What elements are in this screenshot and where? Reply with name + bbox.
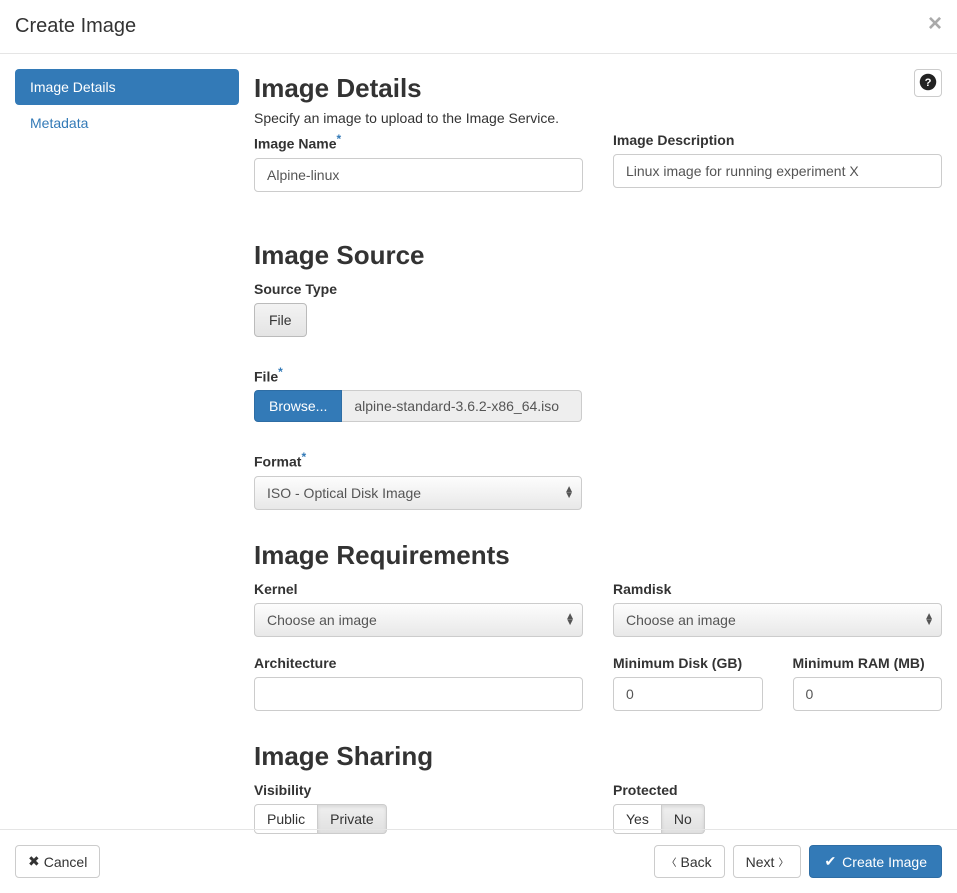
browse-button[interactable]: Browse...: [254, 390, 342, 422]
source-type-file-button[interactable]: File: [254, 303, 307, 337]
architecture-label: Architecture: [254, 655, 583, 671]
modal-footer: ✖ Cancel 〈 Back Next 〉 ✔ Create Image: [0, 829, 957, 893]
ramdisk-label: Ramdisk: [613, 581, 942, 597]
architecture-input[interactable]: [254, 677, 583, 711]
check-icon: ✔: [824, 853, 836, 870]
svg-text:?: ?: [925, 76, 932, 88]
sidebar-item-label: Metadata: [30, 115, 88, 131]
image-description-label: Image Description: [613, 132, 942, 148]
create-image-button[interactable]: ✔ Create Image: [809, 845, 942, 878]
section-subtitle: Specify an image to upload to the Image …: [254, 110, 942, 126]
help-button[interactable]: ?: [914, 69, 942, 97]
format-label: Format*: [254, 450, 942, 470]
cancel-button[interactable]: ✖ Cancel: [15, 845, 100, 878]
sidebar-item-metadata[interactable]: Metadata: [15, 105, 239, 141]
source-type-label: Source Type: [254, 281, 942, 297]
sidebar-item-label: Image Details: [30, 79, 116, 95]
section-heading-sharing: Image Sharing: [254, 741, 942, 772]
protected-label: Protected: [613, 782, 942, 798]
sidebar: Image Details Metadata: [15, 69, 239, 834]
sidebar-item-image-details[interactable]: Image Details: [15, 69, 239, 105]
ramdisk-select[interactable]: Choose an image: [613, 603, 942, 637]
close-icon: ×: [928, 10, 942, 37]
chevron-right-icon: 〉: [778, 854, 788, 869]
required-indicator: *: [336, 132, 341, 146]
kernel-label: Kernel: [254, 581, 583, 597]
content-pane: ? Image Details Specify an image to uplo…: [239, 69, 942, 834]
question-circle-icon: ?: [919, 73, 937, 94]
modal-header: Create Image ×: [0, 0, 957, 54]
image-name-label: Image Name*: [254, 132, 583, 152]
back-button[interactable]: 〈 Back: [654, 845, 725, 878]
format-select[interactable]: ISO - Optical Disk Image: [254, 476, 582, 510]
min-ram-input[interactable]: [793, 677, 943, 711]
required-indicator: *: [301, 450, 306, 464]
chevron-left-icon: 〈: [667, 854, 677, 869]
section-heading-source: Image Source: [254, 240, 942, 271]
image-name-input[interactable]: [254, 158, 583, 192]
section-heading-details: Image Details: [254, 73, 942, 104]
visibility-label: Visibility: [254, 782, 583, 798]
min-disk-label: Minimum Disk (GB): [613, 655, 763, 671]
file-name-display: alpine-standard-3.6.2-x86_64.iso: [342, 390, 582, 422]
close-button[interactable]: ×: [928, 12, 942, 36]
kernel-select[interactable]: Choose an image: [254, 603, 583, 637]
required-indicator: *: [278, 365, 283, 379]
x-icon: ✖: [28, 853, 40, 870]
min-disk-input[interactable]: [613, 677, 763, 711]
section-heading-requirements: Image Requirements: [254, 540, 942, 571]
next-button[interactable]: Next 〉: [733, 845, 802, 878]
modal-body: Image Details Metadata ? Image Details S…: [0, 54, 957, 834]
modal-title: Create Image: [15, 15, 942, 38]
file-label: File*: [254, 365, 942, 385]
min-ram-label: Minimum RAM (MB): [793, 655, 943, 671]
image-description-input[interactable]: [613, 154, 942, 188]
